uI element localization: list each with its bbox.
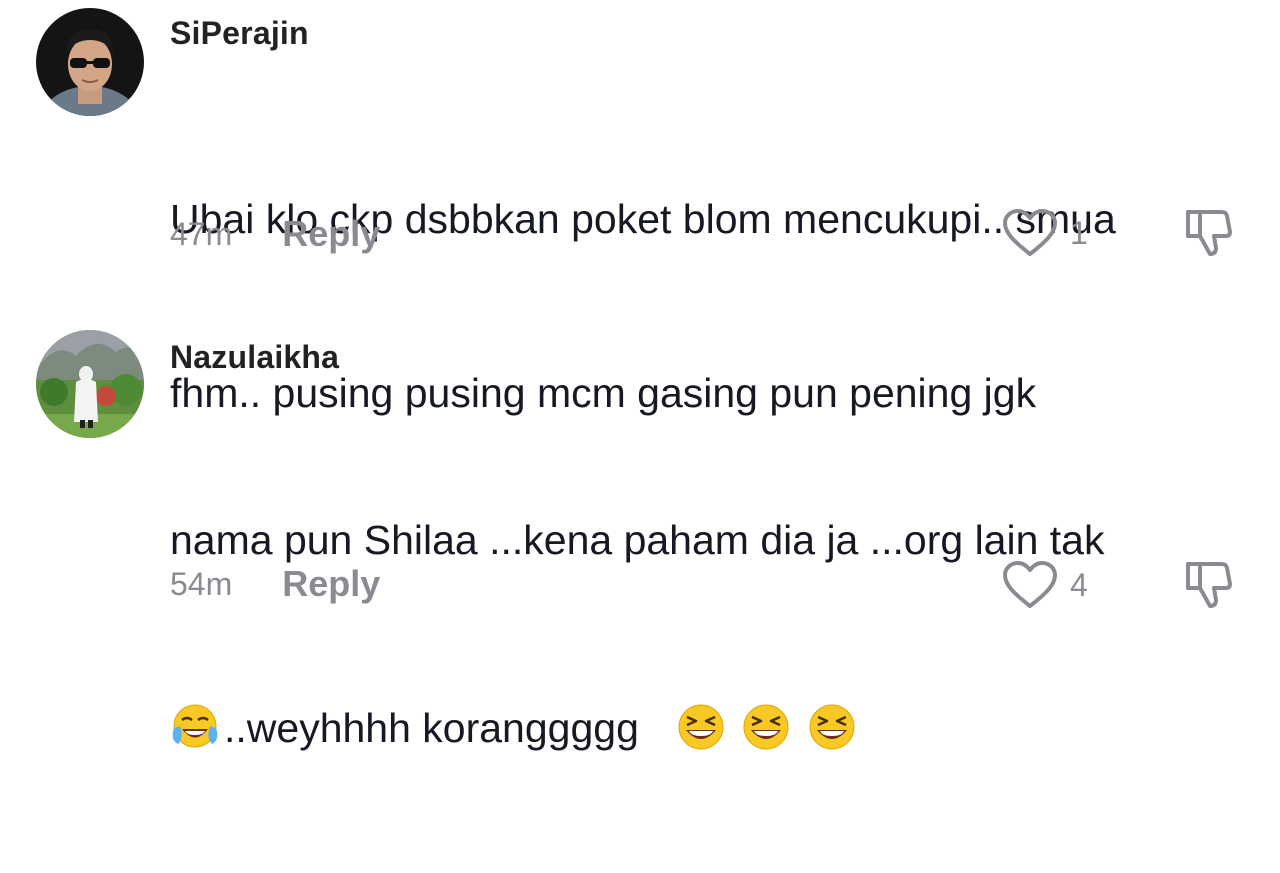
- comment-meta: 54m Reply: [170, 562, 380, 606]
- like-button[interactable]: 1: [1002, 208, 1088, 258]
- timestamp: 47m: [170, 215, 233, 252]
- like-count: 1: [1070, 214, 1088, 251]
- thumbs-down-icon: [1186, 210, 1232, 256]
- dislike-button[interactable]: [1182, 558, 1234, 615]
- face-with-tears-of-joy-icon: [172, 704, 218, 748]
- timestamp: 54m: [170, 565, 233, 602]
- comment-item: Nazulaikha nama pun Shilaa ...kena paham…: [0, 322, 1280, 751]
- avatar[interactable]: [36, 330, 144, 438]
- dislike-button[interactable]: [1182, 206, 1234, 263]
- profile-photo-icon: [36, 8, 144, 116]
- comment-text-fragment: ..weyhhhh koranggggg: [224, 705, 639, 751]
- comment-text-line-with-emoji: ..weyhhhh koranggggg: [170, 699, 1250, 757]
- thumbs-down-icon: [1186, 562, 1232, 608]
- reply-button[interactable]: Reply: [282, 563, 380, 605]
- grinning-squinting-face-icon: [743, 704, 789, 750]
- like-button[interactable]: 4: [1002, 560, 1088, 610]
- like-count: 4: [1070, 566, 1088, 603]
- comment-text-line: nama pun Shilaa ...kena paham dia ja ...…: [170, 517, 1105, 563]
- heart-icon: [1003, 561, 1057, 608]
- username[interactable]: SiPerajin: [170, 15, 309, 52]
- avatar[interactable]: [36, 8, 144, 116]
- grinning-squinting-face-icon: [678, 704, 724, 750]
- username[interactable]: Nazulaikha: [170, 339, 339, 376]
- comment-meta: 47m Reply: [170, 212, 380, 256]
- profile-photo-icon: [36, 330, 144, 438]
- heart-icon: [1003, 209, 1057, 256]
- comment-text: nama pun Shilaa ...kena paham dia ja ...…: [170, 395, 1250, 873]
- reply-button[interactable]: Reply: [282, 213, 380, 255]
- grinning-squinting-face-icon: [809, 704, 854, 750]
- comment-item: SiPerajin Ubai klo ckp dsbbkan poket blo…: [0, 0, 1280, 416]
